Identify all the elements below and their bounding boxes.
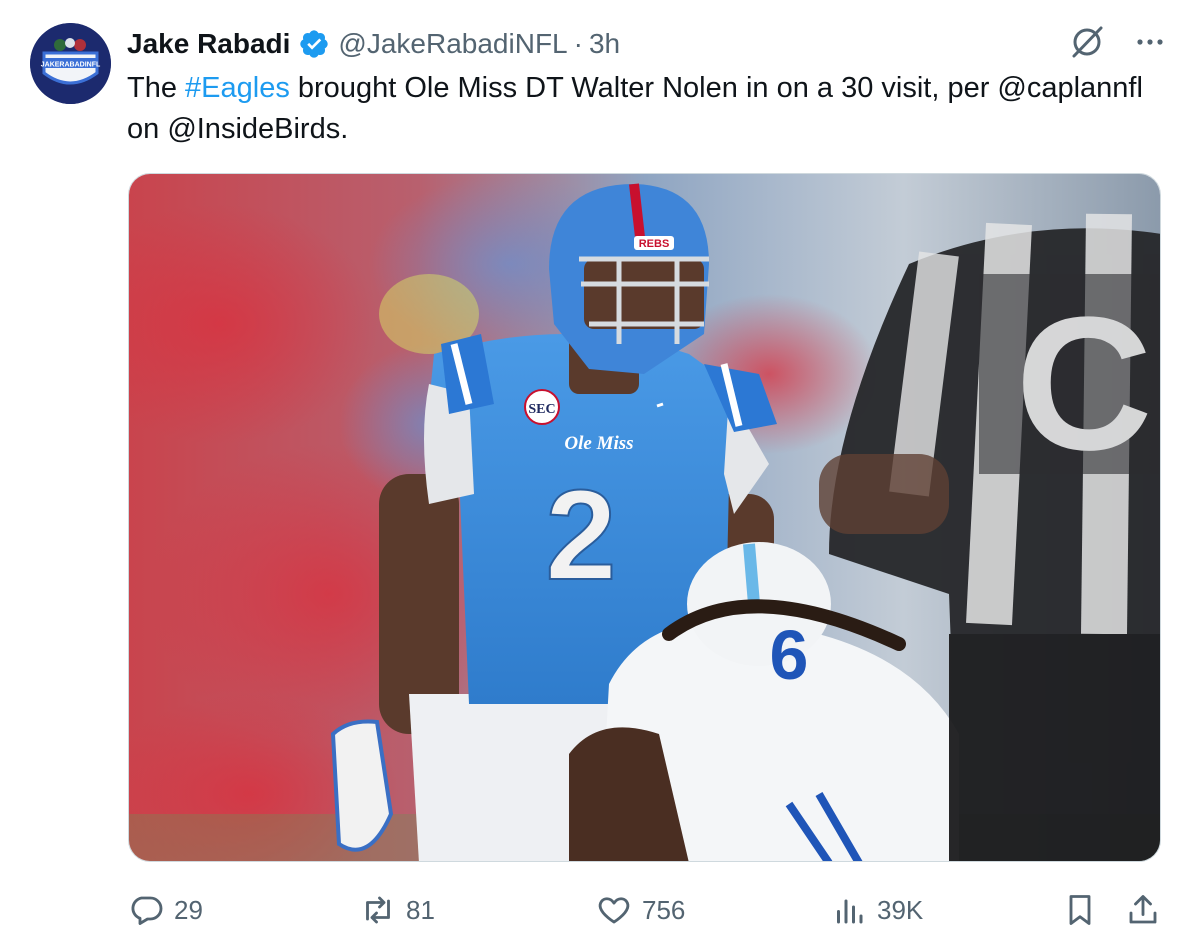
views-icon bbox=[837, 899, 863, 924]
tweet-text: The #Eagles brought Ole Miss DT Walter N… bbox=[127, 68, 1147, 150]
jersey-team-name: Ole Miss bbox=[564, 433, 633, 454]
lineman-number: 6 bbox=[770, 616, 809, 694]
tweet-header: Jake Rabadi @JakeRabadiNFL · 3h bbox=[127, 22, 620, 66]
more-icon[interactable] bbox=[1134, 26, 1166, 63]
helmet-decal: REBS bbox=[639, 238, 670, 250]
views-count: 39K bbox=[877, 894, 924, 925]
like-button[interactable]: 756 bbox=[596, 885, 685, 935]
author-name[interactable]: Jake Rabadi bbox=[127, 28, 290, 60]
avatar-logo: JAKERABADINFL bbox=[30, 23, 111, 104]
share-icon bbox=[1129, 895, 1157, 924]
reply-count: 29 bbox=[174, 894, 203, 925]
tweet-action-bar: 29 81 756 39K bbox=[128, 885, 1168, 935]
football-photo: SEC Ole Miss 2 REBS 6 C bbox=[129, 174, 1160, 861]
referee-letter: C bbox=[1015, 278, 1152, 490]
author-avatar[interactable]: JAKERABADINFL bbox=[30, 23, 111, 104]
sec-patch: SEC bbox=[528, 402, 555, 417]
repost-count: 81 bbox=[406, 894, 435, 925]
heart-icon bbox=[598, 897, 630, 924]
reply-button[interactable]: 29 bbox=[128, 885, 203, 935]
top-actions bbox=[1068, 24, 1166, 64]
svg-text:JAKERABADINFL: JAKERABADINFL bbox=[41, 62, 101, 69]
repost-icon bbox=[366, 896, 390, 924]
bookmark-icon bbox=[1069, 895, 1091, 925]
verified-badge-icon[interactable] bbox=[298, 28, 330, 60]
timestamp[interactable]: 3h bbox=[589, 28, 620, 60]
tweet-text-start: The bbox=[127, 72, 186, 104]
jersey-number: 2 bbox=[545, 464, 616, 607]
views-button[interactable]: 39K bbox=[831, 885, 923, 935]
grok-icon[interactable] bbox=[1068, 23, 1106, 66]
repost-button[interactable]: 81 bbox=[360, 885, 435, 935]
hashtag-link[interactable]: #Eagles bbox=[185, 72, 290, 104]
bookmark-button[interactable] bbox=[1062, 885, 1098, 935]
share-button[interactable] bbox=[1125, 885, 1161, 935]
author-handle[interactable]: @JakeRabadiNFL bbox=[338, 28, 567, 60]
reply-icon bbox=[131, 896, 163, 925]
separator-dot: · bbox=[573, 28, 583, 59]
tweet-photo[interactable]: SEC Ole Miss 2 REBS 6 C bbox=[128, 173, 1161, 862]
like-count: 756 bbox=[642, 894, 686, 925]
